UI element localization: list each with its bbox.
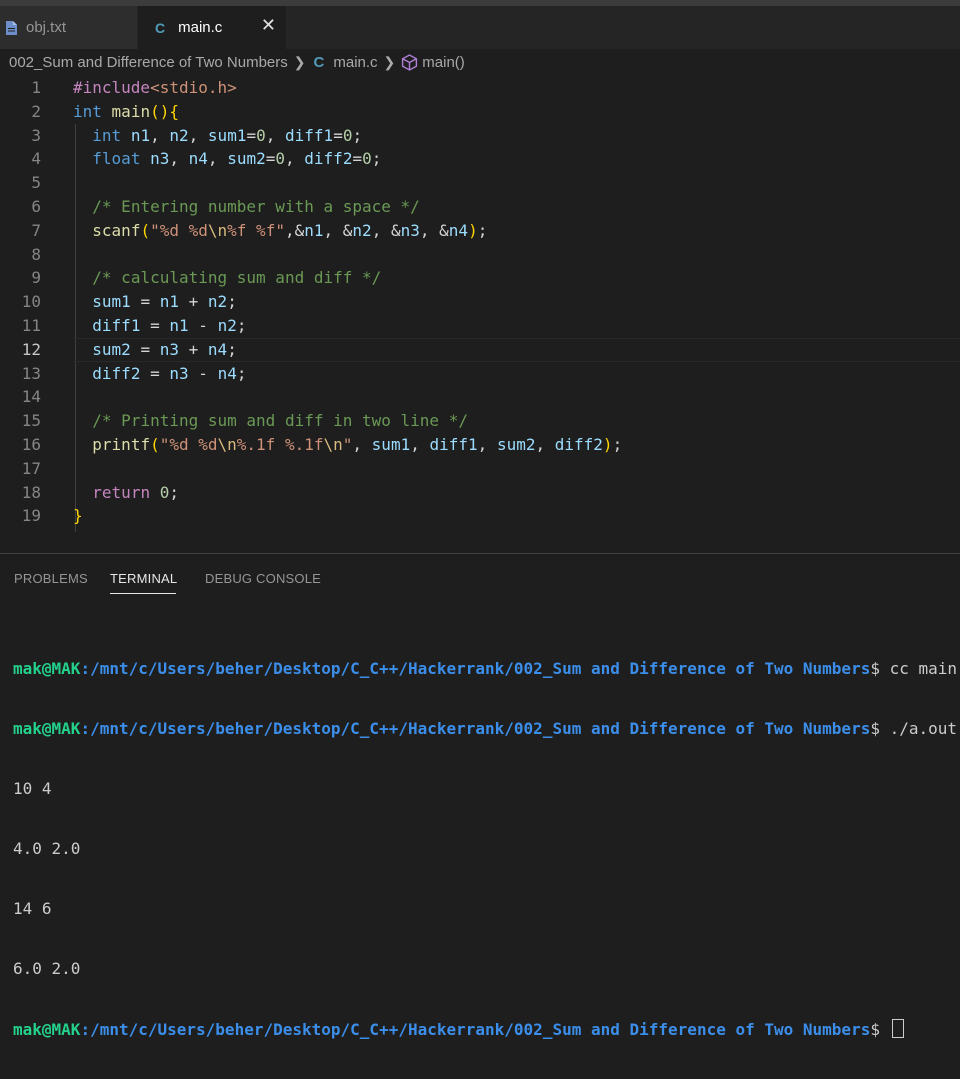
breadcrumb-folder[interactable]: 002_Sum and Difference of Two Numbers [9,54,288,71]
line-number: 3 [31,125,41,145]
code-editor[interactable]: 1 #include<stdio.h> 2 int main(){ 3 int n1, … [0,76,960,548]
line-number: 9 [31,268,41,288]
code-line[interactable]: 6 /* Entering number with a space */ [0,195,960,219]
code-line[interactable]: 10 sum1 = n1 + n2; [0,290,960,314]
terminal-user: mak@MAK [13,1020,81,1039]
c-language-icon: C [155,19,166,36]
code-line[interactable]: 19} [0,504,960,528]
prompt-symbol: $ [870,659,880,678]
line-number: 18 [21,482,41,502]
code-text: sum2 = n3 + n4; [92,339,237,359]
tab-main-c[interactable]: C main.c ✕ [138,6,286,49]
terminal-path: :/mnt/c/Users/beher/Desktop/C_C++/Hacker… [80,659,871,678]
c-language-icon: C [313,53,325,71]
prompt-symbol: $ [870,719,880,738]
code-line[interactable]: 17 [0,457,960,481]
bottom-panel: PROBLEMS TERMINAL DEBUG CONSOLE mak@MAK:… [0,553,960,1039]
code-line[interactable]: 5 [0,171,960,195]
terminal-path: :/mnt/c/Users/beher/Desktop/C_C++/Hacker… [80,719,871,738]
code-line[interactable]: 1 #include<stdio.h> [0,76,960,100]
terminal-path: :/mnt/c/Users/beher/Desktop/C_C++/Hacker… [80,1020,871,1039]
line-number: 17 [21,458,41,478]
panel-tab-bar: PROBLEMS TERMINAL DEBUG CONSOLE [0,554,960,598]
code-line[interactable]: 13 diff2 = n3 - n4; [0,362,960,386]
code-text: scanf("%d %d\n%f %f",&n1, &n2, &n3, &n4)… [92,220,488,240]
code-line[interactable]: 14 [0,385,960,409]
terminal-user: mak@MAK [13,659,81,678]
tab-terminal[interactable]: TERMINAL [110,571,177,586]
line-number: 6 [31,197,41,216]
tab-label: main.c [178,19,223,36]
terminal-output-line: 10 4 [13,779,52,798]
line-number: 2 [31,101,41,121]
line-number: 10 [21,292,41,312]
code-text: diff1 = n1 - n2; [92,316,247,335]
code-text: diff2 = n3 - n4; [92,363,247,383]
terminal-output-line: 14 6 [13,899,52,918]
code-line[interactable]: 12 sum2 = n3 + n4; [0,337,960,362]
line-number: 11 [21,316,41,335]
prompt-symbol: $ [870,1020,880,1039]
line-number: 19 [21,506,41,526]
line-number: 1 [31,78,41,97]
code-text: printf("%d %d\n%.1f %.1f\n", sum1, diff1… [92,435,623,454]
terminal-user: mak@MAK [13,719,81,738]
terminal-line: mak@MAK:/mnt/c/Users/beher/Desktop/C_C++… [13,659,960,679]
code-text: #include<stdio.h> [73,78,237,97]
code-text: /* Printing sum and diff in two line */ [92,411,468,431]
active-tab-indicator [110,593,176,594]
terminal-command: ./a.out [889,719,958,738]
breadcrumb: 002_Sum and Difference of Two Numbers ❯ … [0,49,960,75]
chevron-right-icon: ❯ [383,53,396,70]
code-line[interactable]: 4 float n3, n4, sum2=0, diff2=0; [0,147,960,171]
close-icon[interactable]: ✕ [261,15,276,36]
line-number: 4 [31,149,41,169]
tab-debug-console[interactable]: DEBUG CONSOLE [205,571,321,586]
code-line[interactable]: 3 int n1, n2, sum1=0, diff1=0; [0,124,960,148]
line-number: 7 [31,220,41,240]
line-number: 5 [31,173,41,193]
code-line[interactable]: 11 diff1 = n1 - n2; [0,314,960,338]
code-line[interactable]: 8 [0,243,960,267]
cube-icon [402,53,418,71]
code-text: sum1 = n1 + n2; [92,292,237,312]
line-number: 14 [21,387,41,407]
line-number: 12 [21,339,41,359]
code-text: float n3, n4, sum2=0, diff2=0; [92,149,382,169]
line-number: 13 [21,363,41,383]
breadcrumb-file[interactable]: main.c [333,54,377,71]
terminal-output[interactable]: mak@MAK:/mnt/c/Users/beher/Desktop/C_C++… [13,619,960,1079]
code-text: /* calculating sum and diff */ [92,268,382,288]
code-text: return 0; [92,482,179,502]
code-line[interactable]: 9 /* calculating sum and diff */ [0,266,960,290]
line-number: 8 [31,244,41,264]
tab-problems[interactable]: PROBLEMS [14,571,88,586]
terminal-line: mak@MAK:/mnt/c/Users/beher/Desktop/C_C++… [13,719,960,739]
terminal-cursor [891,1019,904,1038]
code-line[interactable]: 18 return 0; [0,481,960,505]
code-line[interactable]: 7 scanf("%d %d\n%f %f",&n1, &n2, &n3, &n… [0,219,960,243]
code-text: } [73,506,83,526]
code-text: int n1, n2, sum1=0, diff1=0; [92,125,363,145]
code-line[interactable]: 15 /* Printing sum and diff in two line … [0,409,960,433]
code-text: /* Entering number with a space */ [92,197,420,216]
code-text: int main(){ [73,101,179,121]
terminal-line: mak@MAK:/mnt/c/Users/beher/Desktop/C_C++… [13,1019,960,1039]
code-line[interactable]: 2 int main(){ [0,100,960,124]
terminal-output-line: 4.0 2.0 [13,839,81,858]
breadcrumb-symbol[interactable]: main() [422,54,465,71]
chevron-right-icon: ❯ [293,53,306,70]
terminal-output-line: 6.0 2.0 [13,959,81,978]
line-number: 16 [21,435,41,454]
code-line[interactable]: 16 printf("%d %d\n%.1f %.1f\n", sum1, di… [0,433,960,457]
tab-obj-txt[interactable]: obj.txt [0,6,138,49]
terminal-command: cc main.c [889,659,960,678]
tab-label: obj.txt [26,19,67,36]
file-icon [6,20,17,35]
line-number: 15 [21,411,41,431]
editor-tab-bar: obj.txt C main.c ✕ [0,6,960,49]
